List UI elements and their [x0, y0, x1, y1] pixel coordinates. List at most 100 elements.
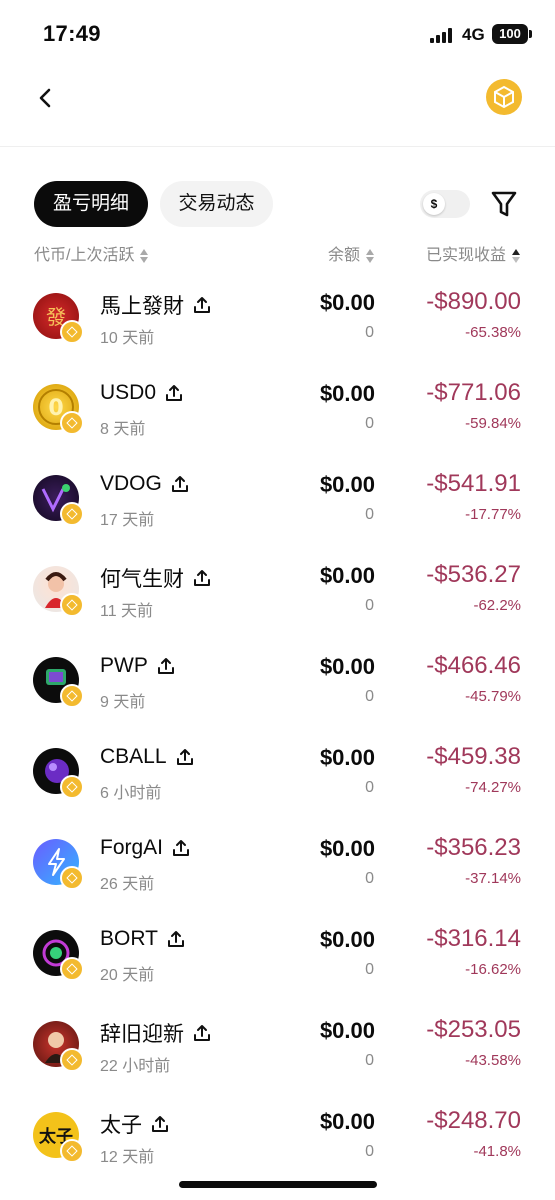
- realized-pnl-percent: -37.14%: [465, 870, 521, 887]
- last-active: 11 天前: [100, 603, 154, 620]
- share-icon[interactable]: [166, 929, 186, 949]
- realized-pnl-percent: -59.84%: [465, 415, 521, 432]
- balance-value: $0.00: [319, 290, 375, 315]
- balance-value: $0.00: [319, 1018, 375, 1043]
- token-name: 馬上發財: [100, 295, 184, 318]
- token-name: CBALL: [100, 745, 167, 768]
- bnb-badge-icon: [60, 320, 84, 344]
- share-icon[interactable]: [170, 474, 190, 494]
- home-indicator[interactable]: [179, 1181, 377, 1188]
- bnb-badge-icon: [60, 866, 84, 890]
- back-arrow-icon[interactable]: [34, 86, 58, 110]
- last-active: 26 天前: [100, 876, 155, 893]
- balance-value: $0.00: [319, 1109, 375, 1134]
- token-row[interactable]: PWP 9 天前 $0.00 0 -$466.46 -45.79%: [0, 644, 555, 735]
- sort-icon: [140, 248, 149, 264]
- balance-quantity: 0: [365, 1143, 374, 1160]
- share-icon[interactable]: [150, 1114, 170, 1134]
- realized-pnl: -$356.23: [426, 834, 521, 861]
- filter-icon[interactable]: [490, 189, 518, 219]
- token-row[interactable]: ForgAI 26 天前 $0.00 0 -$356.23 -37.14%: [0, 826, 555, 917]
- realized-pnl-percent: -43.58%: [465, 1052, 521, 1069]
- last-active: 20 天前: [100, 967, 155, 984]
- battery-icon: 100: [492, 24, 532, 44]
- balance-quantity: 0: [365, 506, 374, 523]
- bnb-badge-icon: [60, 411, 84, 435]
- realized-pnl: -$541.91: [426, 470, 521, 497]
- column-header-token-label: 代币/上次活跃: [34, 247, 135, 264]
- last-active: 6 小时前: [100, 785, 162, 802]
- balance-quantity: 0: [365, 324, 374, 341]
- realized-pnl: -$253.05: [426, 1016, 521, 1043]
- balance-value: $0.00: [319, 745, 375, 770]
- token-name: PWP: [100, 654, 148, 677]
- network-type: 4G: [462, 25, 485, 44]
- tab-pnl-details[interactable]: 盈亏明细: [34, 181, 148, 227]
- share-icon[interactable]: [156, 656, 176, 676]
- signal-icon: [430, 28, 456, 43]
- balance-value: $0.00: [319, 472, 375, 497]
- realized-pnl: -$248.70: [426, 1107, 521, 1134]
- last-active: 9 天前: [100, 694, 146, 711]
- token-name: 辞旧迎新: [100, 1023, 184, 1046]
- share-icon[interactable]: [175, 747, 195, 767]
- share-icon[interactable]: [192, 568, 212, 588]
- token-name: USD0: [100, 381, 157, 404]
- token-row[interactable]: 何气生财 11 天前 $0.00 0 -$536.27 -62.2%: [0, 553, 555, 644]
- balance-quantity: 0: [365, 961, 374, 978]
- realized-pnl-percent: -41.8%: [473, 1143, 521, 1160]
- token-row[interactable]: VDOG 17 天前 $0.00 0 -$541.91 -17.77%: [0, 462, 555, 553]
- share-icon[interactable]: [192, 295, 212, 315]
- realized-pnl: -$536.27: [426, 561, 521, 588]
- share-icon[interactable]: [164, 383, 184, 403]
- realized-pnl: -$316.14: [426, 925, 521, 952]
- tab-trade-activity[interactable]: 交易动态: [160, 181, 273, 227]
- last-active: 8 天前: [100, 421, 146, 438]
- column-header-balance-label: 余额: [327, 247, 360, 264]
- realized-pnl-percent: -17.77%: [465, 506, 521, 523]
- column-header-pnl[interactable]: 已实现收益: [426, 244, 521, 268]
- balance-quantity: 0: [365, 1052, 374, 1069]
- sort-icon-active: [512, 248, 521, 264]
- balance-value: $0.00: [319, 654, 375, 679]
- token-name: ForgAI: [100, 836, 164, 859]
- last-active: 17 天前: [100, 512, 155, 529]
- balance-value: $0.00: [319, 927, 375, 952]
- share-icon[interactable]: [192, 1023, 212, 1043]
- bnb-badge-icon: [60, 1048, 84, 1072]
- share-icon[interactable]: [171, 838, 191, 858]
- realized-pnl-percent: -62.2%: [473, 597, 521, 614]
- bnb-badge-icon: [60, 957, 84, 981]
- token-name: VDOG: [100, 472, 162, 495]
- token-name: 何气生财: [100, 568, 184, 591]
- realized-pnl: -$459.38: [426, 743, 521, 770]
- realized-pnl-percent: -65.38%: [465, 324, 521, 341]
- bnb-chain-icon[interactable]: [486, 79, 522, 115]
- realized-pnl-percent: -45.79%: [465, 688, 521, 705]
- column-header-token[interactable]: 代币/上次活跃: [34, 244, 149, 268]
- realized-pnl-percent: -74.27%: [465, 779, 521, 796]
- filter-bar: 盈亏明细 交易动态 $: [0, 180, 555, 228]
- token-row[interactable]: 0 USD0 8 天前 $0.00 0 -$771.06 -59.84%: [0, 371, 555, 462]
- token-row[interactable]: CBALL 6 小时前 $0.00 0 -$459.38 -74.27%: [0, 735, 555, 826]
- bnb-badge-icon: [60, 1139, 84, 1163]
- realized-pnl: -$890.00: [426, 288, 521, 315]
- bnb-badge-icon: [60, 502, 84, 526]
- balance-quantity: 0: [365, 415, 374, 432]
- token-row[interactable]: 發 馬上發財 10 天前 $0.00 0 -$890.00 -65.38%: [0, 280, 555, 371]
- column-header-balance[interactable]: 余额: [328, 244, 375, 268]
- currency-toggle-knob: $: [423, 193, 445, 215]
- balance-quantity: 0: [365, 597, 374, 614]
- token-name: BORT: [100, 927, 158, 950]
- token-name: 太子: [100, 1114, 142, 1137]
- currency-toggle[interactable]: $: [420, 190, 470, 218]
- token-row[interactable]: 太子 太子 12 天前 $0.00 0 -$248.70 -41.8%: [0, 1099, 555, 1190]
- status-time: 17:49: [43, 21, 101, 46]
- balance-quantity: 0: [365, 779, 374, 796]
- token-row[interactable]: 辞旧迎新 22 小时前 $0.00 0 -$253.05 -43.58%: [0, 1008, 555, 1099]
- token-row[interactable]: BORT 20 天前 $0.00 0 -$316.14 -16.62%: [0, 917, 555, 1008]
- nav-bar: [0, 70, 555, 147]
- balance-quantity: 0: [365, 688, 374, 705]
- bnb-badge-icon: [60, 593, 84, 617]
- balance-value: $0.00: [319, 381, 375, 406]
